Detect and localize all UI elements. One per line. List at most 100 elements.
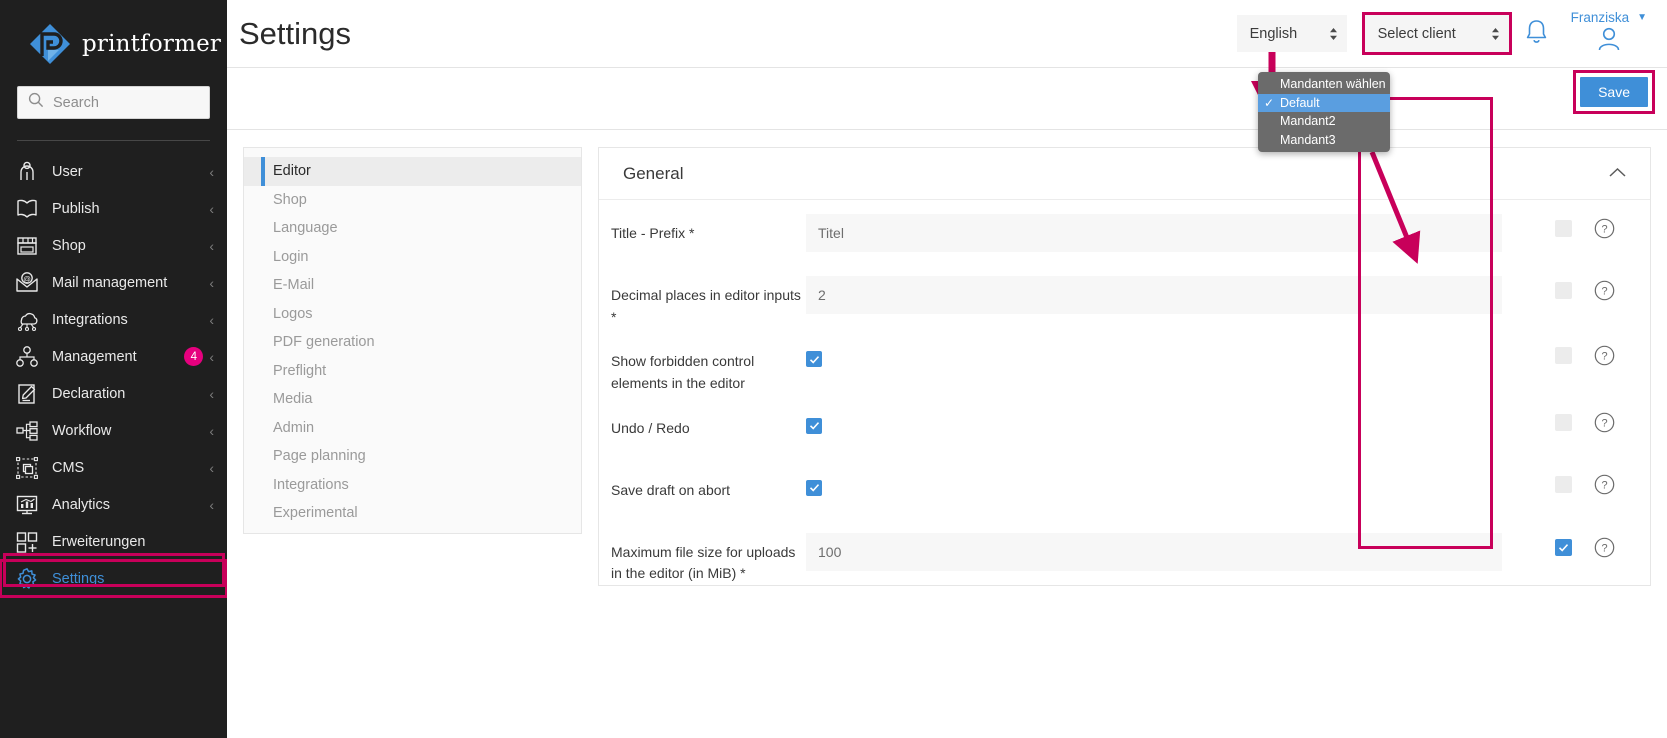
sidebar-item-publish[interactable]: Publish‹ bbox=[0, 190, 227, 227]
client-dropdown[interactable]: Mandanten wählen✓DefaultMandant2 Mandant3 bbox=[1258, 72, 1390, 152]
chevron-left-icon: ‹ bbox=[209, 239, 214, 253]
override-cell: ? bbox=[1519, 395, 1650, 433]
sidebar-item-settings[interactable]: Settings bbox=[0, 560, 227, 597]
override-checkbox[interactable] bbox=[1555, 414, 1572, 431]
field-label: Decimal places in editor inputs * bbox=[599, 276, 806, 328]
sidebar-nav: User‹Publish‹Shop‹@Mail management‹Integ… bbox=[0, 153, 227, 597]
sidebar-item-management[interactable]: Management4‹ bbox=[0, 338, 227, 375]
field-input[interactable] bbox=[806, 214, 1502, 252]
mail-at-icon: @ bbox=[14, 271, 40, 295]
sidebar-item-integrations[interactable]: Integrations‹ bbox=[0, 301, 227, 338]
tab-label: Editor bbox=[273, 163, 311, 179]
tab-label: E-Mail bbox=[273, 277, 314, 293]
help-circle-icon[interactable]: ? bbox=[1594, 474, 1615, 495]
sidebar-item-user[interactable]: User‹ bbox=[0, 153, 227, 190]
sidebar-item-label: Declaration bbox=[52, 386, 203, 402]
tab-preflight[interactable]: Preflight bbox=[244, 357, 581, 386]
tab-label: PDF generation bbox=[273, 334, 375, 350]
override-row: ? bbox=[1555, 280, 1615, 301]
field-checkbox[interactable] bbox=[806, 418, 822, 434]
help-circle-icon[interactable]: ? bbox=[1594, 412, 1615, 433]
form-row: Save draft on abort? bbox=[599, 457, 1650, 519]
tab-page-planning[interactable]: Page planning bbox=[244, 442, 581, 471]
store-icon bbox=[14, 234, 40, 258]
general-card: General Title - Prefix *? Decimal places … bbox=[598, 147, 1651, 586]
help-circle-icon[interactable]: ? bbox=[1594, 218, 1615, 239]
sidebar-item-label: Integrations bbox=[52, 312, 203, 328]
sidebar-item-label: Analytics bbox=[52, 497, 203, 513]
sidebar-item-label: Publish bbox=[52, 201, 203, 217]
override-checkbox[interactable] bbox=[1555, 220, 1572, 237]
settings-content: Editor Shop Language Login E-Mail Logos PDF ge… bbox=[227, 130, 1667, 738]
field-checkbox[interactable] bbox=[806, 351, 822, 367]
bell-icon bbox=[1523, 17, 1550, 51]
chevron-left-icon: ‹ bbox=[209, 165, 214, 179]
account-menu[interactable]: Franziska ▼ bbox=[1571, 10, 1647, 58]
sidebar-item-analytics[interactable]: Analytics‹ bbox=[0, 486, 227, 523]
client-option[interactable]: Mandant3 bbox=[1258, 131, 1390, 150]
sidebar-item-mail-management[interactable]: @Mail management‹ bbox=[0, 264, 227, 301]
override-checkbox[interactable] bbox=[1555, 282, 1572, 299]
search-input[interactable]: Search bbox=[17, 86, 210, 119]
user-icon bbox=[14, 160, 40, 184]
tab-label: Language bbox=[273, 220, 338, 236]
sidebar: printformer Search User‹Publish‹Shop‹@Ma… bbox=[0, 0, 227, 738]
help-circle-icon[interactable]: ? bbox=[1594, 280, 1615, 301]
svg-text:?: ? bbox=[1601, 351, 1607, 363]
help-circle-icon[interactable]: ? bbox=[1594, 345, 1615, 366]
notifications-button[interactable] bbox=[1509, 12, 1565, 56]
client-option[interactable]: Mandanten wählen bbox=[1258, 75, 1390, 94]
tab-editor[interactable]: Editor bbox=[244, 157, 581, 186]
override-checkbox[interactable] bbox=[1555, 476, 1572, 493]
chevron-left-icon: ‹ bbox=[209, 461, 214, 475]
tab-pdf-generation[interactable]: PDF generation bbox=[244, 328, 581, 357]
field-input[interactable] bbox=[806, 533, 1502, 571]
settings-tabs: Editor Shop Language Login E-Mail Logos PDF ge… bbox=[243, 147, 582, 534]
chevron-up-icon[interactable] bbox=[1609, 165, 1626, 183]
tab-e-mail[interactable]: E-Mail bbox=[244, 271, 581, 300]
client-option-label: Mandant3 bbox=[1280, 133, 1336, 147]
sidebar-item-workflow[interactable]: Workflow‹ bbox=[0, 412, 227, 449]
client-select[interactable]: Select client bbox=[1365, 15, 1509, 52]
tab-integrations[interactable]: Integrations bbox=[244, 471, 581, 500]
tab-label: Media bbox=[273, 391, 313, 407]
cms-layers-icon bbox=[14, 456, 40, 480]
field-checkbox[interactable] bbox=[806, 480, 822, 496]
tab-label: Integrations bbox=[273, 477, 349, 493]
search-wrap: Search bbox=[0, 84, 227, 119]
tab-media[interactable]: Media bbox=[244, 385, 581, 414]
general-card-header: General bbox=[599, 148, 1650, 200]
sidebar-item-erweiterungen[interactable]: Erweiterungen bbox=[0, 523, 227, 560]
tab-logos[interactable]: Logos bbox=[244, 300, 581, 329]
tab-shop[interactable]: Shop bbox=[244, 186, 581, 215]
override-row: ? bbox=[1555, 474, 1615, 495]
chevron-left-icon: ‹ bbox=[209, 424, 214, 438]
field-label: Title - Prefix * bbox=[599, 214, 806, 245]
sidebar-item-shop[interactable]: Shop‹ bbox=[0, 227, 227, 264]
tab-admin[interactable]: Admin bbox=[244, 414, 581, 443]
analytics-monitor-icon bbox=[14, 493, 40, 517]
tab-language[interactable]: Language bbox=[244, 214, 581, 243]
updown-spinner-icon bbox=[1329, 27, 1338, 41]
form-row: Undo / Redo? bbox=[599, 395, 1650, 457]
svg-text:@: @ bbox=[23, 274, 31, 283]
client-option[interactable]: ✓Default bbox=[1258, 94, 1390, 113]
override-checkbox[interactable] bbox=[1555, 347, 1572, 364]
tab-login[interactable]: Login bbox=[244, 243, 581, 272]
search-placeholder: Search bbox=[53, 95, 99, 111]
svg-text:?: ? bbox=[1601, 286, 1607, 298]
client-option-label: Mandant2 bbox=[1280, 114, 1336, 128]
svg-text:?: ? bbox=[1601, 479, 1607, 491]
sidebar-item-declaration[interactable]: Declaration‹ bbox=[0, 375, 227, 412]
printformer-logo-icon bbox=[28, 22, 72, 66]
sidebar-item-cms[interactable]: CMS‹ bbox=[0, 449, 227, 486]
language-select[interactable]: English bbox=[1237, 15, 1347, 52]
svg-text:?: ? bbox=[1601, 542, 1607, 554]
help-circle-icon[interactable]: ? bbox=[1594, 537, 1615, 558]
save-button[interactable]: Save bbox=[1580, 77, 1648, 107]
override-row: ? bbox=[1555, 218, 1615, 239]
field-input[interactable] bbox=[806, 276, 1502, 314]
tab-experimental[interactable]: Experimental bbox=[244, 499, 581, 528]
client-option[interactable]: Mandant2 bbox=[1258, 112, 1390, 131]
override-checkbox[interactable] bbox=[1555, 539, 1572, 556]
